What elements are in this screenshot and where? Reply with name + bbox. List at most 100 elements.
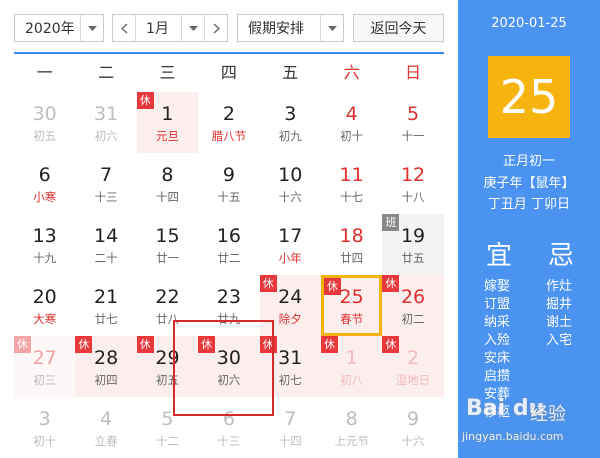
holiday-badge: 休 xyxy=(323,278,341,295)
day-number: 2 xyxy=(222,103,235,125)
day-cell[interactable]: 14 二十 xyxy=(75,214,136,275)
lunar-label: 廿四 xyxy=(340,251,364,265)
lunar-label: 初十 xyxy=(33,434,57,448)
lunar-label: 廿二 xyxy=(217,251,241,265)
holiday-badge: 休 xyxy=(14,336,31,353)
lunar-label: 廿七 xyxy=(94,312,118,326)
holiday-badge: 休 xyxy=(136,92,154,109)
day-cell[interactable]: 15 廿一 xyxy=(137,214,198,275)
day-cell[interactable]: 4 初十 xyxy=(321,92,382,153)
lunar-label: 初二 xyxy=(401,312,425,326)
ji-item: 掘井 xyxy=(546,297,573,312)
year-select[interactable]: 2020年 xyxy=(14,14,104,42)
day-number: 4 xyxy=(100,408,113,430)
lunar-label: 立春 xyxy=(94,434,118,448)
chevron-left-icon xyxy=(120,22,127,34)
day-cell[interactable]: 9 十六 xyxy=(382,397,443,458)
weekday-label: 六 xyxy=(343,63,360,82)
weekday-label: 一 xyxy=(36,63,53,82)
lunar-label: 初九 xyxy=(278,129,302,143)
day-cell[interactable]: 班 19 廿五 xyxy=(382,214,444,275)
day-number: 22 xyxy=(155,286,180,308)
ji-item: 入宅 xyxy=(546,333,573,348)
ji-item: 作灶 xyxy=(546,279,573,294)
day-cell[interactable]: 21 廿七 xyxy=(75,275,136,336)
day-cell[interactable]: 休 1 元旦 xyxy=(136,92,199,153)
chevron-down-icon xyxy=(181,15,204,41)
ji-title: 忌 xyxy=(548,241,575,271)
day-cell[interactable]: 休 27 初三 xyxy=(14,336,76,397)
day-number: 6 xyxy=(38,164,51,186)
lunar-date: 正月初一 xyxy=(502,154,555,169)
day-cell[interactable]: 18 廿四 xyxy=(321,214,382,275)
lunar-label: 大寒 xyxy=(33,312,57,326)
lunar-label: 腊八节 xyxy=(211,129,247,143)
day-cell[interactable]: 16 廿二 xyxy=(198,214,259,275)
day-cell[interactable]: 5 十一 xyxy=(382,92,443,153)
day-cell[interactable]: 12 十八 xyxy=(382,153,443,214)
day-number: 30 xyxy=(32,103,57,125)
today-button[interactable]: 返回今天 xyxy=(353,14,444,42)
yi-item: 启攒 xyxy=(484,369,511,384)
day-number: 21 xyxy=(93,286,119,308)
lunar-label: 廿一 xyxy=(155,251,179,265)
holiday-value: 假期安排 xyxy=(248,21,304,37)
chevron-right-icon xyxy=(213,22,220,34)
day-cell[interactable]: 休 2 湿地日 xyxy=(382,336,444,397)
day-cell[interactable]: 6 小寒 xyxy=(14,153,75,214)
holiday-badge: 休 xyxy=(136,336,154,353)
lunar-label: 十四 xyxy=(278,434,302,448)
weekday-label: 二 xyxy=(98,63,115,82)
day-cell[interactable]: 休 26 初二 xyxy=(382,275,444,336)
day-cell[interactable]: 休 1 初八 xyxy=(320,336,383,397)
day-cell[interactable]: 3 初十 xyxy=(14,397,75,458)
lunar-label: 十三 xyxy=(94,190,118,204)
lunar-label: 十九 xyxy=(33,251,57,265)
day-cell[interactable]: 13 十九 xyxy=(14,214,75,275)
lunar-label: 初八 xyxy=(340,373,364,387)
day-cell[interactable]: 31 初六 xyxy=(75,92,136,153)
prev-month-button[interactable] xyxy=(113,15,136,41)
weekday-label: 五 xyxy=(282,63,299,82)
yi-item: 安床 xyxy=(484,351,511,366)
day-cell[interactable]: 10 十六 xyxy=(260,153,321,214)
day-cell-selected[interactable]: 休 25 春节 xyxy=(320,275,383,336)
yi-item: 入殓 xyxy=(484,333,511,348)
day-cell[interactable]: 休 28 初四 xyxy=(75,336,137,397)
day-cell[interactable]: 17 小年 xyxy=(260,214,321,275)
holiday-select[interactable]: 假期安排 xyxy=(237,14,344,42)
ji-list: 作灶 掘井 谢土 入宅 xyxy=(546,278,572,350)
day-number: 16 xyxy=(216,225,241,247)
day-cell[interactable]: 30 初五 xyxy=(14,92,75,153)
day-cell[interactable]: 9 十五 xyxy=(198,153,259,214)
day-cell[interactable]: 4 立春 xyxy=(75,397,136,458)
yi-title: 宜 xyxy=(486,241,513,271)
day-cell[interactable]: 8 十四 xyxy=(137,153,198,214)
day-cell[interactable]: 2 腊八节 xyxy=(198,92,259,153)
holiday-badge: 休 xyxy=(320,336,338,353)
day-number: 14 xyxy=(93,225,119,247)
day-cell[interactable]: 3 初九 xyxy=(260,92,321,153)
lunar-label: 初三 xyxy=(33,373,57,387)
lunar-label: 十七 xyxy=(340,190,364,204)
day-number: 5 xyxy=(406,103,420,125)
day-cell[interactable]: 11 十七 xyxy=(321,153,382,214)
weekday-header: 一二三四五六日 xyxy=(14,54,444,92)
day-cell[interactable]: 20 大寒 xyxy=(14,275,75,336)
day-cell[interactable]: 7 十三 xyxy=(75,153,136,214)
holiday-badge: 休 xyxy=(382,275,400,292)
lunar-label: 初六 xyxy=(94,129,118,143)
day-cell[interactable]: 8 上元节 xyxy=(321,397,382,458)
lunar-label: 湿地日 xyxy=(395,373,431,387)
day-number: 20 xyxy=(32,286,57,308)
next-month-button[interactable] xyxy=(204,15,227,41)
chevron-down-icon xyxy=(80,15,103,41)
day-number: 3 xyxy=(284,103,297,125)
yi-item: 嫁娶 xyxy=(484,279,511,294)
ganzhi-year: 庚子年【鼠年】 xyxy=(483,176,575,191)
month-select[interactable]: 1月 xyxy=(112,14,228,42)
watermark: Bai du 经验 jingyan.baidu.com xyxy=(448,392,600,458)
lunar-label: 小年 xyxy=(278,251,302,265)
lunar-label: 初五 xyxy=(33,129,57,143)
day-number: 13 xyxy=(32,225,57,247)
